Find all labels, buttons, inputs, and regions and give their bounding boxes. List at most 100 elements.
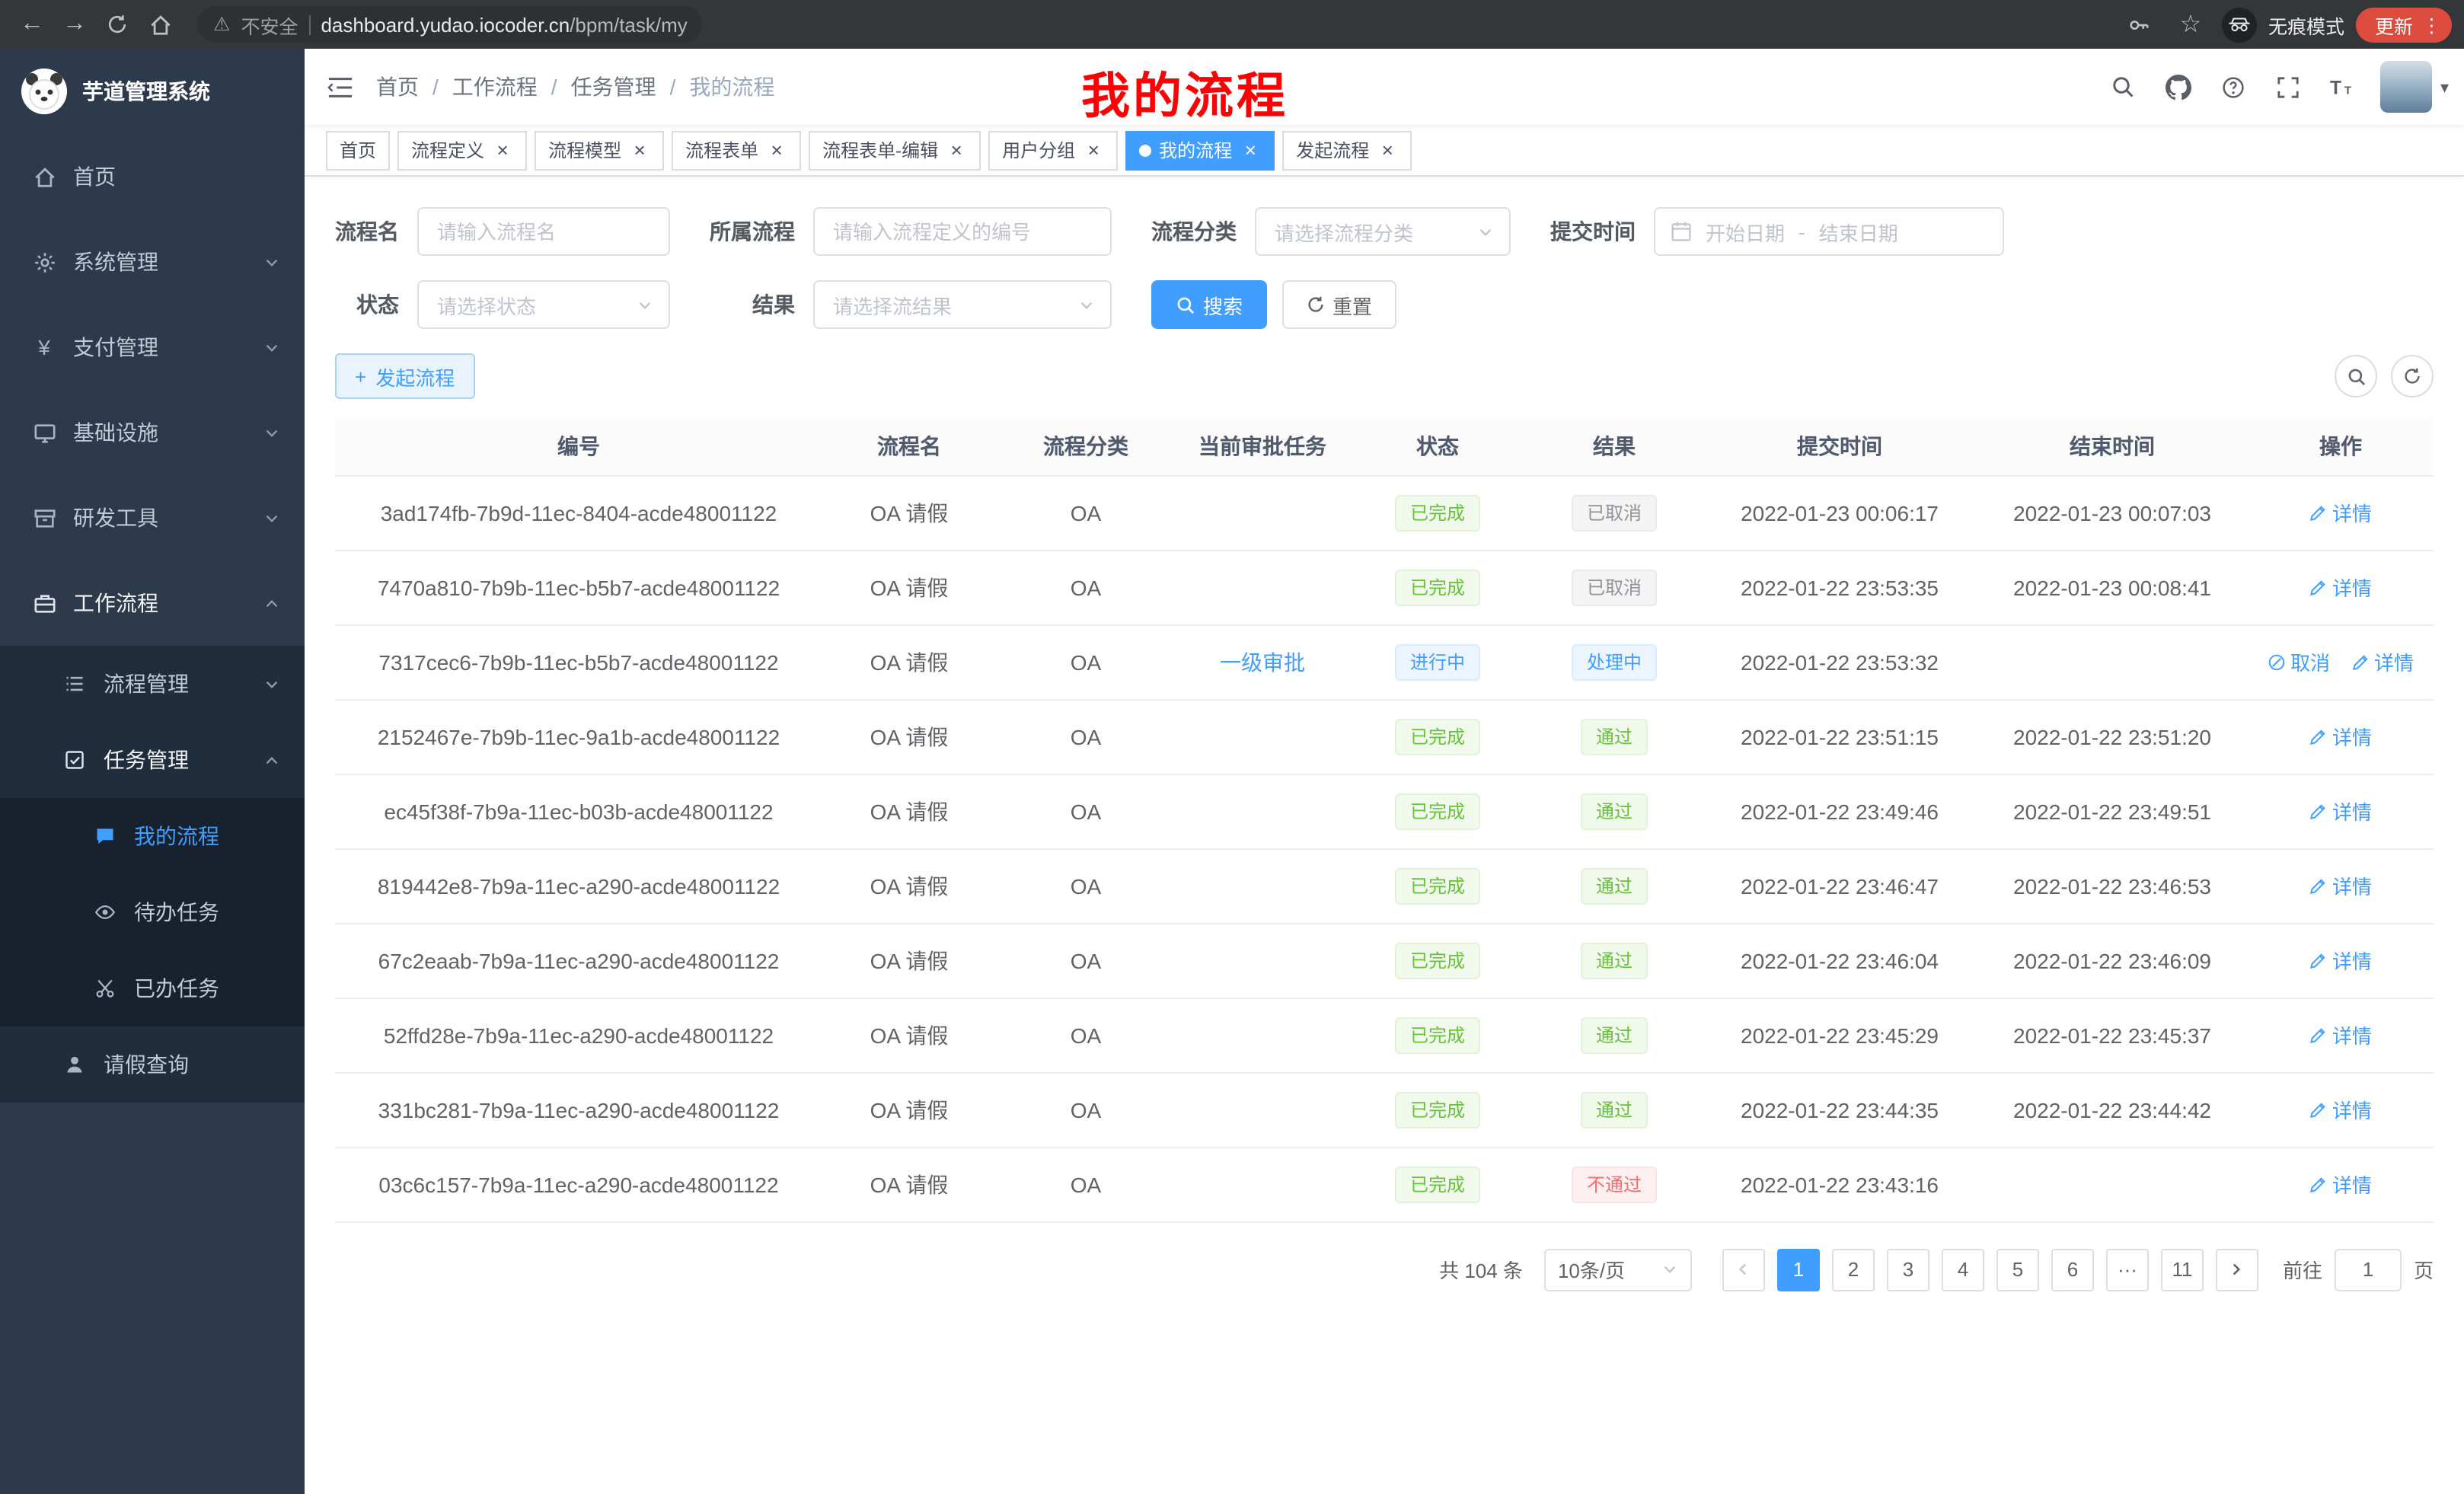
result-badge: 通过 xyxy=(1581,793,1648,829)
sidebar-item[interactable]: 已办任务 xyxy=(0,950,305,1026)
cell-category: OA xyxy=(996,923,1176,998)
page-button[interactable]: 4 xyxy=(1942,1248,1984,1291)
detail-link[interactable]: 详情 xyxy=(2309,946,2372,975)
goto-page-input[interactable] xyxy=(2335,1248,2402,1291)
edit-icon xyxy=(2309,503,2328,522)
sidebar-item[interactable]: 研发工具 xyxy=(0,475,305,560)
chevron-up-icon xyxy=(263,595,280,611)
status-badge: 已完成 xyxy=(1395,942,1480,978)
sidebar-item[interactable]: ¥支付管理 xyxy=(0,305,305,390)
update-button[interactable]: 更新 ⋮ xyxy=(2357,7,2452,42)
key-icon[interactable] xyxy=(2119,5,2159,44)
hamburger-icon[interactable] xyxy=(305,75,376,98)
toggle-search-button[interactable] xyxy=(2335,355,2377,397)
cell-status: 进行中 xyxy=(1349,624,1526,699)
tab-item[interactable]: 流程模型× xyxy=(535,130,664,170)
search-button[interactable]: 搜索 xyxy=(1151,280,1267,329)
page-button[interactable]: 1 xyxy=(1777,1248,1820,1291)
tab-item[interactable]: 流程定义 × xyxy=(397,130,527,170)
process-def-input[interactable] xyxy=(813,207,1112,256)
reset-button[interactable]: 重置 xyxy=(1282,280,1396,329)
page-size-select[interactable]: 10条/页 xyxy=(1544,1248,1692,1291)
sidebar-item[interactable]: 任务管理 xyxy=(0,722,305,798)
sidebar-item[interactable]: 基础设施 xyxy=(0,390,305,475)
close-icon[interactable]: × xyxy=(1377,139,1398,161)
reset-button-label: 重置 xyxy=(1333,290,1372,319)
detail-link[interactable]: 详情 xyxy=(2309,1020,2372,1049)
page-button[interactable]: 2 xyxy=(1832,1248,1875,1291)
help-icon[interactable] xyxy=(2207,61,2259,113)
tab-label: 用户分组 xyxy=(1002,137,1075,163)
sidebar-item[interactable]: 待办任务 xyxy=(0,874,305,950)
prev-page-button[interactable] xyxy=(1722,1248,1765,1291)
tab-item[interactable]: 用户分组 × xyxy=(988,130,1118,170)
result-badge: 通过 xyxy=(1581,718,1648,755)
status-badge: 已完成 xyxy=(1395,1017,1480,1053)
page-button[interactable]: 11 xyxy=(2161,1248,2204,1291)
close-icon[interactable]: × xyxy=(1083,139,1104,161)
tab-label: 流程定义 xyxy=(411,137,484,163)
page-button[interactable]: 6 xyxy=(2051,1248,2094,1291)
page-button[interactable]: 5 xyxy=(1996,1248,2039,1291)
breadcrumb-task-mgmt[interactable]: 任务管理 xyxy=(571,72,656,102)
search-icon[interactable] xyxy=(2098,61,2150,113)
sidebar-item[interactable]: 首页 xyxy=(0,134,305,219)
submit-time-range[interactable]: 开始日期 - 结束日期 xyxy=(1654,207,2004,256)
github-icon[interactable] xyxy=(2153,61,2204,113)
task-link[interactable]: 一级审批 xyxy=(1220,650,1305,674)
back-icon[interactable]: ← xyxy=(12,5,52,44)
close-icon[interactable]: × xyxy=(629,139,650,161)
breadcrumb-workflow[interactable]: 工作流程 xyxy=(452,72,538,102)
font-size-icon[interactable]: TT xyxy=(2317,61,2369,113)
cell-task xyxy=(1176,848,1349,923)
tab-item[interactable]: 流程表单-编辑× xyxy=(809,130,981,170)
column-header: 状态 xyxy=(1349,417,1526,475)
status-select[interactable]: 请选择状态 xyxy=(417,280,670,329)
home-icon[interactable] xyxy=(140,5,180,44)
detail-link[interactable]: 详情 xyxy=(2309,573,2372,602)
category-select[interactable]: 请选择流程分类 xyxy=(1255,207,1511,256)
sidebar-item[interactable]: 系统管理 xyxy=(0,219,305,305)
menu-dots-icon[interactable]: ⋮ xyxy=(2422,13,2441,36)
tab-item[interactable]: 首页 xyxy=(326,130,390,170)
next-page-button[interactable] xyxy=(2216,1248,2258,1291)
sidebar-item[interactable]: 工作流程 xyxy=(0,560,305,646)
user-menu[interactable]: ▾ xyxy=(2381,61,2449,113)
result-badge: 处理中 xyxy=(1572,643,1657,680)
forward-icon[interactable]: → xyxy=(55,5,94,44)
status-badge: 已完成 xyxy=(1395,494,1480,531)
avatar[interactable] xyxy=(2381,61,2433,113)
tab-item[interactable]: 我的流程× xyxy=(1125,130,1275,170)
close-icon[interactable]: × xyxy=(492,139,513,161)
cell-category: OA xyxy=(996,1072,1176,1147)
tab-item[interactable]: 发起流程× xyxy=(1282,130,1412,170)
sidebar-item[interactable]: 请假查询 xyxy=(0,1026,305,1103)
fullscreen-icon[interactable] xyxy=(2262,61,2314,113)
sidebar-item[interactable]: 流程管理 xyxy=(0,646,305,722)
close-icon[interactable]: × xyxy=(766,139,787,161)
result-select[interactable]: 请选择流结果 xyxy=(813,280,1112,329)
reload-icon[interactable] xyxy=(97,5,137,44)
table-row: ec45f38f-7b9a-11ec-b03b-acde48001122OA 请… xyxy=(335,774,2434,848)
detail-link[interactable]: 详情 xyxy=(2309,871,2372,900)
create-process-button[interactable]: + 发起流程 xyxy=(335,353,474,399)
detail-link[interactable]: 详情 xyxy=(2309,796,2372,825)
cancel-link[interactable]: 取消 xyxy=(2268,647,2330,676)
detail-link[interactable]: 详情 xyxy=(2309,722,2372,751)
tab-item[interactable]: 流程表单× xyxy=(672,130,801,170)
detail-link[interactable]: 详情 xyxy=(2309,1170,2372,1199)
detail-link[interactable]: 详情 xyxy=(2309,1095,2372,1124)
breadcrumb-home[interactable]: 首页 xyxy=(376,72,419,102)
page-button[interactable]: 3 xyxy=(1887,1248,1929,1291)
content: 流程名 所属流程 流程分类 请选择流程分类 xyxy=(305,177,2464,1494)
process-name-input[interactable] xyxy=(417,207,670,256)
refresh-table-button[interactable] xyxy=(2391,355,2434,397)
pager-ellipsis[interactable]: ··· xyxy=(2106,1248,2149,1291)
address-bar[interactable]: ⚠ 不安全 dashboard.yudao.iocoder.cn/bpm/tas… xyxy=(198,6,703,43)
star-icon[interactable]: ☆ xyxy=(2171,5,2210,44)
close-icon[interactable]: × xyxy=(1240,139,1261,161)
close-icon[interactable]: × xyxy=(946,139,967,161)
sidebar-item[interactable]: 我的流程 xyxy=(0,798,305,874)
detail-link[interactable]: 详情 xyxy=(2309,498,2372,527)
detail-link[interactable]: 详情 xyxy=(2351,647,2414,676)
